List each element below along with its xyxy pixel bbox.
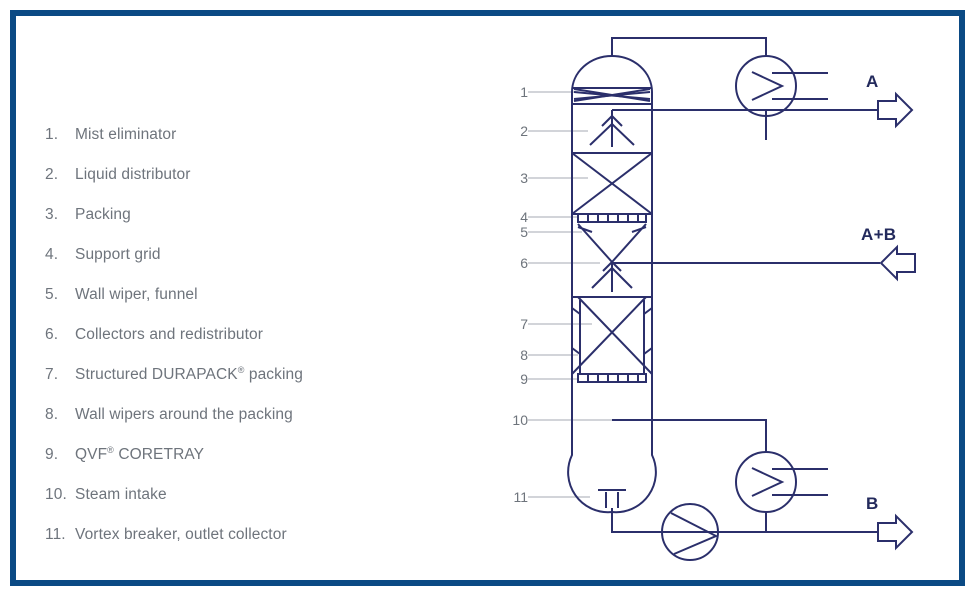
list-item-number: 5. (45, 286, 59, 303)
callout-9: 9 (520, 371, 528, 387)
callout-2: 2 (520, 123, 528, 139)
list-item-number: 8. (45, 406, 59, 423)
stream-label-bottom-product: B (866, 494, 879, 513)
list-item-label: QVF® CORETRAY (75, 444, 205, 463)
list-item: 8. Wall wipers around the packing (45, 406, 465, 446)
list-item-number: 7. (45, 366, 59, 383)
list-item-label: Support grid (75, 246, 161, 263)
list-item-label: Mist eliminator (75, 126, 177, 143)
stream-label-feed: A+B (861, 225, 897, 244)
list-item-label: Vortex breaker, outlet collector (75, 526, 287, 543)
list-item: 7. Structured DURAPACK® packing (45, 364, 465, 406)
list-item: 1. Mist eliminator (45, 126, 465, 166)
list-item: 6. Collectors and redistributor (45, 326, 465, 366)
list-item-label: Collectors and redistributor (75, 326, 264, 343)
list-item-number: 3. (45, 206, 59, 223)
stream-label-top-product: A (866, 72, 879, 91)
list-item: 11. Vortex breaker, outlet collector (45, 526, 465, 566)
list-item: 4. Support grid (45, 246, 465, 286)
list-item: 5. Wall wiper, funnel (45, 286, 465, 326)
list-item: 3. Packing (45, 206, 465, 246)
list-item-number: 11. (45, 526, 66, 543)
list-item-label: Wall wiper, funnel (75, 286, 198, 303)
callout-3: 3 (520, 170, 528, 186)
callout-11: 11 (513, 489, 528, 505)
legend-list: 1. Mist eliminator 2. Liquid distributor… (45, 126, 465, 566)
callout-5: 5 (520, 224, 528, 240)
list-item: 10. Steam intake (45, 486, 465, 526)
list-item-label: Packing (75, 206, 131, 223)
diagram-page: 1. Mist eliminator 2. Liquid distributor… (0, 0, 975, 596)
callout-4: 4 (520, 209, 528, 225)
callout-10: 10 (512, 412, 528, 428)
list-item: 9. QVF® CORETRAY (45, 444, 465, 486)
list-item-number: 2. (45, 166, 59, 183)
callout-7: 7 (520, 316, 528, 332)
list-item-number: 9. (45, 446, 59, 463)
list-item-label: Liquid distributor (75, 166, 191, 183)
list-item-number: 4. (45, 246, 59, 263)
callout-1: 1 (520, 84, 528, 100)
list-item-number: 1. (45, 126, 59, 143)
callout-6: 6 (520, 255, 528, 271)
list-item-label: Wall wipers around the packing (75, 406, 293, 423)
list-item-label: Steam intake (75, 486, 167, 503)
list-item-label: Structured DURAPACK® packing (75, 364, 303, 383)
list-item-number: 10. (45, 486, 67, 503)
list-item: 2. Liquid distributor (45, 166, 465, 206)
callout-8: 8 (520, 347, 528, 363)
list-item-number: 6. (45, 326, 59, 343)
